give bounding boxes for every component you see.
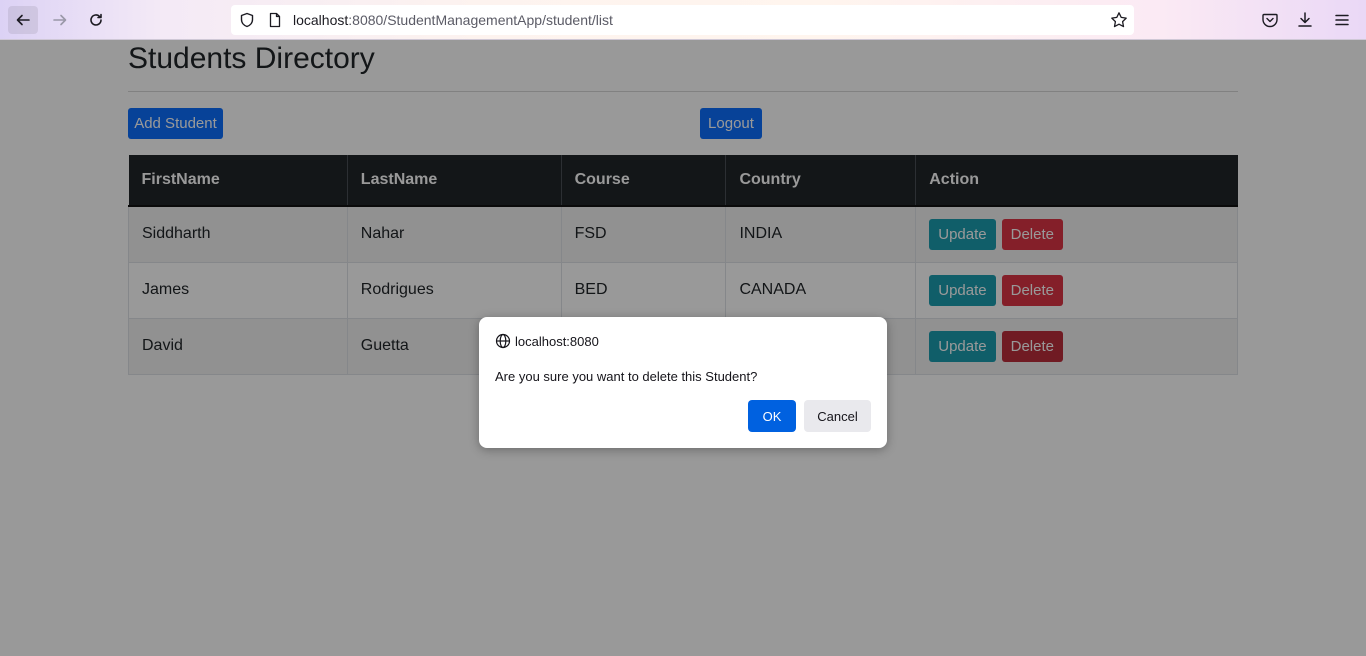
page-icon[interactable] [267, 12, 283, 28]
cancel-button[interactable]: Cancel [804, 400, 871, 432]
dialog-origin: localhost:8080 [515, 334, 599, 349]
star-icon[interactable] [1110, 11, 1128, 29]
shield-icon[interactable] [239, 12, 255, 28]
forward-button[interactable] [45, 6, 75, 34]
reload-icon [90, 13, 102, 26]
reload-button[interactable] [81, 6, 111, 34]
menu-icon[interactable] [1333, 11, 1351, 29]
confirm-dialog: localhost:8080 Are you sure you want to … [479, 317, 887, 448]
globe-icon [495, 333, 511, 349]
download-icon[interactable] [1296, 11, 1314, 29]
ok-button[interactable]: OK [748, 400, 796, 432]
url-text[interactable]: localhost:8080/StudentManagementApp/stud… [293, 12, 613, 28]
back-icon [16, 14, 30, 26]
url-bar[interactable]: localhost:8080/StudentManagementApp/stud… [231, 5, 1134, 35]
url-host: localhost [293, 12, 349, 28]
browser-toolbar: localhost:8080/StudentManagementApp/stud… [0, 0, 1366, 40]
back-button[interactable] [8, 6, 38, 34]
pocket-icon[interactable] [1261, 11, 1279, 29]
forward-icon [53, 14, 67, 26]
url-path: :8080/StudentManagementApp/student/list [348, 12, 613, 28]
dialog-message: Are you sure you want to delete this Stu… [495, 369, 758, 384]
